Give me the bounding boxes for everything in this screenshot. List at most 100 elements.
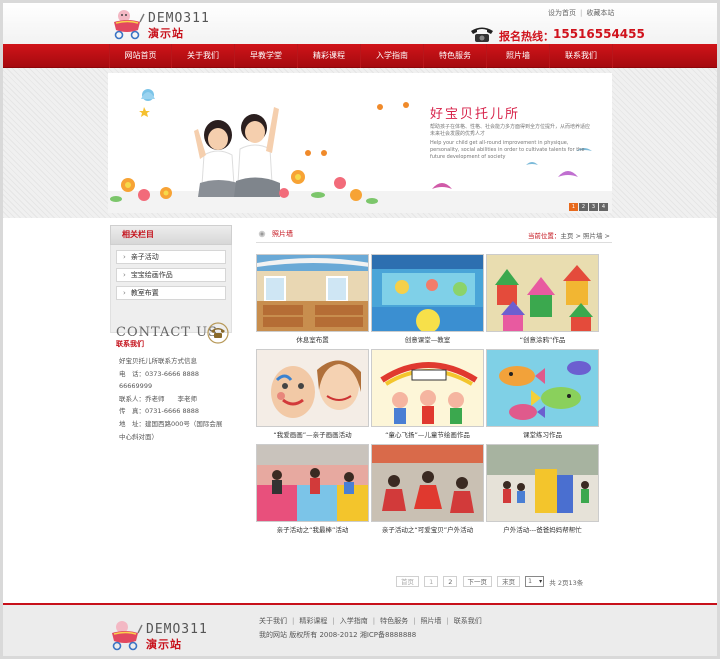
banner-dot[interactable]: 2 xyxy=(579,203,588,211)
banner-text-en: Help your child get all-round improvemen… xyxy=(430,140,585,160)
nav-home[interactable]: 网站首页 xyxy=(109,44,172,68)
face-painting-photo xyxy=(257,350,368,426)
sidebar: 相关栏目 › 亲子活动 › 宝宝绘画作品 › 教室布置 CONTACT US 联系我们… xyxy=(110,225,232,441)
footer-link-services[interactable]: 特色服务 xyxy=(380,617,408,625)
gallery-item[interactable]: 户外活动---爸爸妈妈帮帮忙 xyxy=(486,444,599,539)
gallery-item[interactable]: “创意涂鸦”作品 xyxy=(486,254,599,349)
brand-name: DEMO311 xyxy=(146,622,208,637)
nav-early-education[interactable]: 早教学堂 xyxy=(235,44,298,68)
outdoor-helpers-photo xyxy=(487,445,598,521)
contact-line: 地 址：建国西路000号（国际会展 xyxy=(119,419,223,428)
footer-link-enrollment[interactable]: 入学指南 xyxy=(340,617,368,625)
photo-caption[interactable]: 休息室布置 xyxy=(251,334,374,344)
top-links: 设为首页 | 收藏本站 xyxy=(548,8,614,18)
banner-dot[interactable]: 1 xyxy=(569,203,578,211)
sidebar-item-label: 亲子活动 xyxy=(130,253,159,261)
sidebar-item-classroom-layout[interactable]: › 教室布置 xyxy=(116,286,226,300)
photo-caption[interactable]: “童心飞扬”—儿童节绘画作品 xyxy=(366,429,489,439)
photo-thumbnail[interactable] xyxy=(256,254,369,332)
brand-subtitle: 演示站 xyxy=(146,638,182,651)
pager-page-1[interactable]: 1 xyxy=(424,576,439,587)
sidebar-item-label: 宝宝绘画作品 xyxy=(130,271,173,279)
photo-caption[interactable]: 亲子活动之“我最棒”活动 xyxy=(251,524,374,534)
banner-title: 好宝贝托儿所 xyxy=(430,107,521,122)
photo-thumbnail[interactable] xyxy=(486,444,599,522)
nav-courses[interactable]: 精彩课程 xyxy=(298,44,361,68)
telephone-icon xyxy=(471,27,493,42)
divider: | xyxy=(332,617,335,625)
gallery-item[interactable]: 课堂练习作品 xyxy=(486,349,599,444)
set-homepage-link[interactable]: 设为首页 xyxy=(548,9,576,17)
footer-logo[interactable]: DEMO311 演示站 xyxy=(108,619,208,651)
bookmark-link[interactable]: 收藏本站 xyxy=(586,9,614,17)
sidebar-menu: › 亲子活动 › 宝宝绘画作品 › 教室布置 xyxy=(110,245,232,333)
arrow-right-icon: › xyxy=(123,289,126,297)
breadcrumb-current[interactable]: 照片墙 xyxy=(583,232,603,240)
pager-first[interactable]: 首页 xyxy=(396,576,419,587)
pagination: 首页 1 2 下一页 末页 1 共 2页13条 xyxy=(396,576,583,590)
pager-last[interactable]: 末页 xyxy=(497,576,521,587)
hero-banner[interactable]: 好宝贝托儿所 帮助孩子在体格、性格、社会能力多方面得到全方位提升，从而培养适应未… xyxy=(108,73,612,213)
outdoor-activity-photo xyxy=(372,445,483,521)
photo-caption[interactable]: 课堂练习作品 xyxy=(481,429,604,439)
photo-thumbnail[interactable] xyxy=(486,254,599,332)
nav-photo-wall[interactable]: 照片墙 xyxy=(487,44,550,68)
gallery-item[interactable]: “童心飞扬”—儿童节绘画作品 xyxy=(371,349,484,444)
brand-name: DEMO311 xyxy=(148,11,210,26)
pager-summary: 共 2页13条 xyxy=(549,578,584,587)
footer-link-photo-wall[interactable]: 照片墙 xyxy=(420,617,441,625)
breadcrumb-home[interactable]: 主页 xyxy=(560,232,573,240)
photo-thumbnail[interactable] xyxy=(256,349,369,427)
arrow-right-icon: › xyxy=(123,271,126,279)
gallery-item[interactable]: 亲子活动之“可爱宝贝”户外活动 xyxy=(371,444,484,539)
photo-caption[interactable]: “创意涂鸦”作品 xyxy=(481,334,604,344)
contact-heading: CONTACT US xyxy=(116,325,218,340)
contact-line: 66669999 xyxy=(119,382,153,391)
banner-dot[interactable]: 4 xyxy=(599,203,608,211)
pager-select[interactable]: 1 xyxy=(525,576,545,587)
divider: | xyxy=(292,617,295,625)
nav-enrollment[interactable]: 入学指南 xyxy=(361,44,424,68)
banner-pager: 1234 xyxy=(568,202,608,211)
nav-contact[interactable]: 联系我们 xyxy=(550,44,613,68)
nav-services[interactable]: 特色服务 xyxy=(424,44,487,68)
footer-link-about[interactable]: 关于我们 xyxy=(259,617,287,625)
photo-caption[interactable]: “我爱画画”—亲子画画活动 xyxy=(251,429,374,439)
photo-thumbnail[interactable] xyxy=(371,349,484,427)
contact-line: 联系人：乔老师 李老师 xyxy=(119,394,197,403)
divider: | xyxy=(580,9,583,17)
sidebar-item-parent-child[interactable]: › 亲子活动 xyxy=(116,250,226,264)
childrens-day-drawing-photo xyxy=(372,350,483,426)
gallery-item[interactable]: 亲子活动之“我最棒”活动 xyxy=(256,444,369,539)
arrow-right-icon: › xyxy=(123,253,126,261)
content-header: 照片墙 当前位置：主页 > 照片墙 > xyxy=(256,227,612,243)
photo-thumbnail[interactable] xyxy=(371,444,484,522)
photo-thumbnail[interactable] xyxy=(256,444,369,522)
gallery-item[interactable]: “我爱画画”—亲子画画活动 xyxy=(256,349,369,444)
divider: | xyxy=(413,617,416,625)
divider: | xyxy=(446,617,449,625)
hotline-number: 15516554455 xyxy=(553,27,645,41)
gallery-item[interactable]: 创意课堂—教室 xyxy=(371,254,484,349)
breadcrumb: 当前位置：主页 > 照片墙 > xyxy=(528,230,610,240)
brand-subtitle: 演示站 xyxy=(148,27,184,40)
nav-about[interactable]: 关于我们 xyxy=(172,44,235,68)
page-title: 照片墙 xyxy=(272,230,293,238)
footer: DEMO311 演示站 关于我们 | 精彩课程 | 入学指南 | 特色服务 | 照片墙 | 联系我们… xyxy=(3,603,717,656)
banner-dot[interactable]: 3 xyxy=(589,203,598,211)
photo-caption[interactable]: 亲子活动之“可爱宝贝”户外活动 xyxy=(366,524,489,534)
site-logo[interactable]: DEMO311 演示站 xyxy=(110,8,210,40)
footer-link-courses[interactable]: 精彩课程 xyxy=(299,617,327,625)
pager-page-2[interactable]: 2 xyxy=(443,576,458,587)
gallery-item[interactable]: 休息室布置 xyxy=(256,254,369,349)
photo-caption[interactable]: 创意课堂—教室 xyxy=(366,334,489,344)
breadcrumb-sep: > xyxy=(604,232,610,240)
footer-link-contact[interactable]: 联系我们 xyxy=(454,617,482,625)
photo-thumbnail[interactable] xyxy=(486,349,599,427)
breadcrumb-label: 当前位置： xyxy=(527,232,561,240)
main-nav: 网站首页 关于我们 早教学堂 精彩课程 入学指南 特色服务 照片墙 联系我们 xyxy=(3,44,717,68)
photo-thumbnail[interactable] xyxy=(371,254,484,332)
photo-caption[interactable]: 户外活动---爸爸妈妈帮帮忙 xyxy=(481,524,604,534)
sidebar-item-baby-paintings[interactable]: › 宝宝绘画作品 xyxy=(116,268,226,282)
pager-next[interactable]: 下一页 xyxy=(462,576,493,587)
